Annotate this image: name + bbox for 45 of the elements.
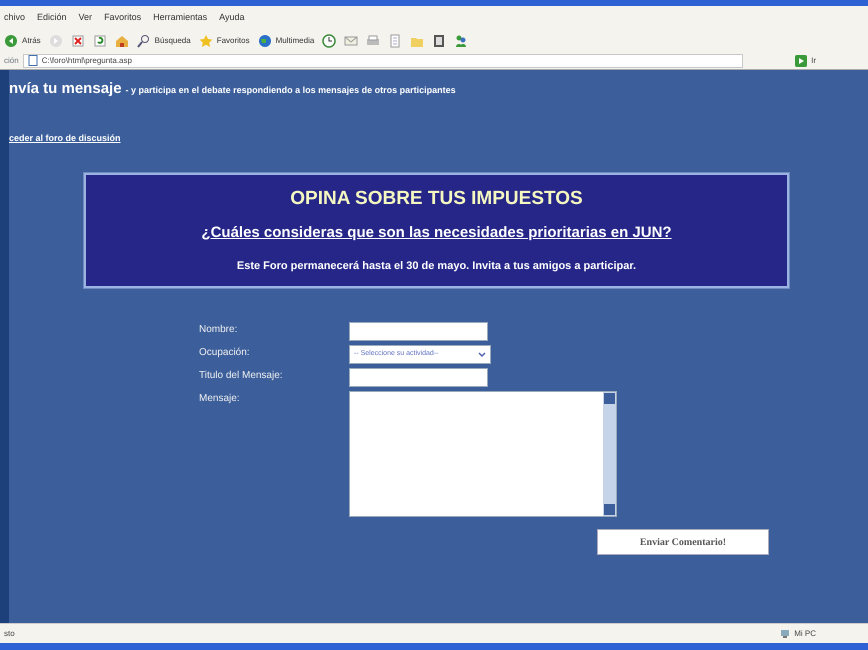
banner-title: OPINA SOBRE TUS IMPUESTOS [289,186,584,210]
document-icon[interactable] [388,34,402,48]
menu-item[interactable]: Ver [78,11,92,25]
refresh-icon[interactable] [92,34,107,48]
back-icon[interactable] [4,34,18,48]
star-icon[interactable] [198,34,213,48]
toolbar-button[interactable]: Multimedia [258,34,314,48]
menu-item[interactable]: Ayuda [219,11,244,25]
field-label: Mensaje: [199,392,241,406]
toolbar-button[interactable]: Atrás [4,34,41,48]
field-label: Ocupación: [199,346,251,360]
status-text: sto [4,628,15,640]
people-icon[interactable] [454,34,468,48]
toolbar-button[interactable]: Búsqueda [136,34,191,48]
caret-icon [478,352,486,358]
printer-icon[interactable] [366,34,380,48]
go-button[interactable]: Ir [795,54,816,66]
menu-item[interactable]: Edición [37,11,67,25]
page-heading: nvía tu mensaje [9,79,122,99]
envelope-icon[interactable] [344,34,358,48]
home-icon[interactable] [114,34,129,48]
menu-item[interactable]: chivo [4,11,26,25]
message-area[interactable] [349,391,617,517]
forum-link[interactable]: ceder al foro de discusión [9,132,121,142]
page-subtitle: - y participa en el debate respondiendo a los mensajes de otros participantes [126,84,456,97]
computer-icon [780,628,790,638]
field-label: Nombre: [199,323,238,337]
text-field[interactable] [349,368,488,387]
send-button[interactable]: Enviar Comentario! [597,529,769,555]
search-icon[interactable] [136,34,151,48]
clock-icon[interactable] [322,34,336,48]
address-field[interactable]: C:\foro\html\pregunta.asp [22,54,744,68]
address-label: ción [4,54,19,66]
banner-question: ¿Cuáles consideras que son las necesidades prioritarias en JUN? [201,224,672,241]
banner-note: Este Foro permanecerá hasta el 30 de mayo. Invita a tus amigos a participar. [236,260,636,272]
field-label: Titulo del Mensaje: [199,369,284,383]
menu-item[interactable]: Favoritos [104,11,142,25]
toolbar-button[interactable]: Favoritos [198,34,250,48]
book-icon[interactable] [432,34,446,48]
text-field[interactable] [349,322,488,341]
menu-item[interactable]: Herramientas [153,11,208,25]
page-icon [28,55,38,66]
zone-text: Mi PC [794,628,816,640]
globe-icon[interactable] [258,34,272,48]
stop-icon[interactable] [70,34,85,48]
